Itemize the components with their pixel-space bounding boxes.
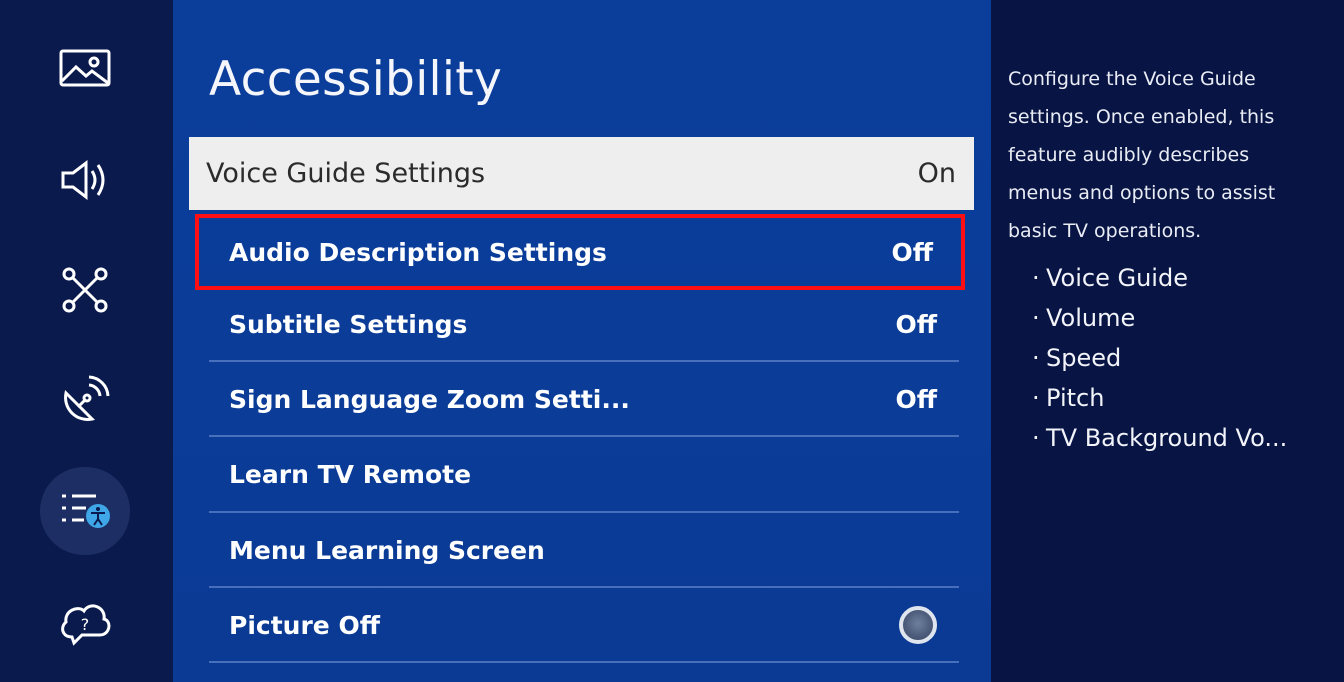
sidebar-item-support[interactable]: ?: [40, 578, 130, 666]
menu-item-audio-description-settings[interactable]: Audio Description Settings Off: [195, 214, 965, 290]
divider: [209, 661, 959, 663]
menu-item-label: Subtitle Settings: [229, 309, 468, 339]
sidebar-item-general-accessibility[interactable]: [40, 467, 130, 555]
menu-item-value: On: [917, 158, 956, 189]
menu-item-value: Off: [895, 384, 937, 414]
sound-icon: [56, 151, 114, 209]
help-line: basic TV operations.: [1008, 220, 1202, 242]
settings-sidebar: ?: [0, 0, 173, 682]
svg-text:?: ?: [81, 615, 90, 634]
menu-item-label: Learn TV Remote: [229, 459, 472, 489]
help-bullet: Pitch: [1032, 378, 1332, 418]
help-description: Configure the Voice Guide settings. Once…: [1008, 60, 1328, 250]
connection-icon: [56, 261, 114, 319]
sidebar-item-picture[interactable]: [40, 24, 130, 112]
sidebar-item-sound[interactable]: [40, 136, 130, 224]
divider: [209, 435, 959, 437]
help-bullet: Volume: [1032, 298, 1332, 338]
picture-icon: [56, 39, 114, 97]
help-line: Configure the Voice Guide: [1008, 68, 1256, 90]
menu-item-label: Picture Off: [229, 610, 380, 640]
menu-item-voice-guide-settings[interactable]: Voice Guide Settings On: [189, 137, 974, 210]
help-bullet: TV Background Vo...: [1032, 418, 1332, 458]
help-line: feature audibly describes: [1008, 144, 1250, 166]
support-icon: ?: [56, 593, 114, 651]
menu-item-menu-learning-screen[interactable]: Menu Learning Screen: [209, 514, 959, 586]
menu-item-picture-off[interactable]: Picture Off: [209, 589, 959, 661]
divider: [209, 360, 959, 362]
menu-item-label: Voice Guide Settings: [206, 158, 486, 189]
divider: [209, 586, 959, 588]
sidebar-item-connection[interactable]: [40, 246, 130, 334]
help-line: settings. Once enabled, this: [1008, 106, 1275, 128]
accessibility-panel: Accessibility Voice Guide Settings On Au…: [173, 0, 991, 682]
help-bullet: Speed: [1032, 338, 1332, 378]
menu-item-value: Off: [891, 237, 933, 267]
menu-item-label: Menu Learning Screen: [229, 535, 545, 565]
help-bullet-list: Voice Guide Volume Speed Pitch TV Backgr…: [1032, 258, 1332, 458]
sidebar-item-broadcasting[interactable]: [40, 356, 130, 444]
menu-item-label: Audio Description Settings: [229, 237, 607, 267]
menu-item-value: Off: [895, 309, 937, 339]
picture-off-toggle[interactable]: [899, 606, 937, 644]
menu-item-learn-tv-remote[interactable]: Learn TV Remote: [209, 438, 959, 510]
accessibility-list-icon: [56, 482, 114, 540]
page-title: Accessibility: [209, 52, 503, 107]
divider: [209, 511, 959, 513]
broadcasting-icon: [56, 371, 114, 429]
menu-item-sign-language-zoom-settings[interactable]: Sign Language Zoom Setti... Off: [209, 363, 959, 435]
menu-item-label: Sign Language Zoom Setti...: [229, 384, 630, 414]
menu-item-subtitle-settings[interactable]: Subtitle Settings Off: [209, 288, 959, 360]
help-bullet: Voice Guide: [1032, 258, 1332, 298]
help-line: menus and options to assist: [1008, 182, 1276, 204]
